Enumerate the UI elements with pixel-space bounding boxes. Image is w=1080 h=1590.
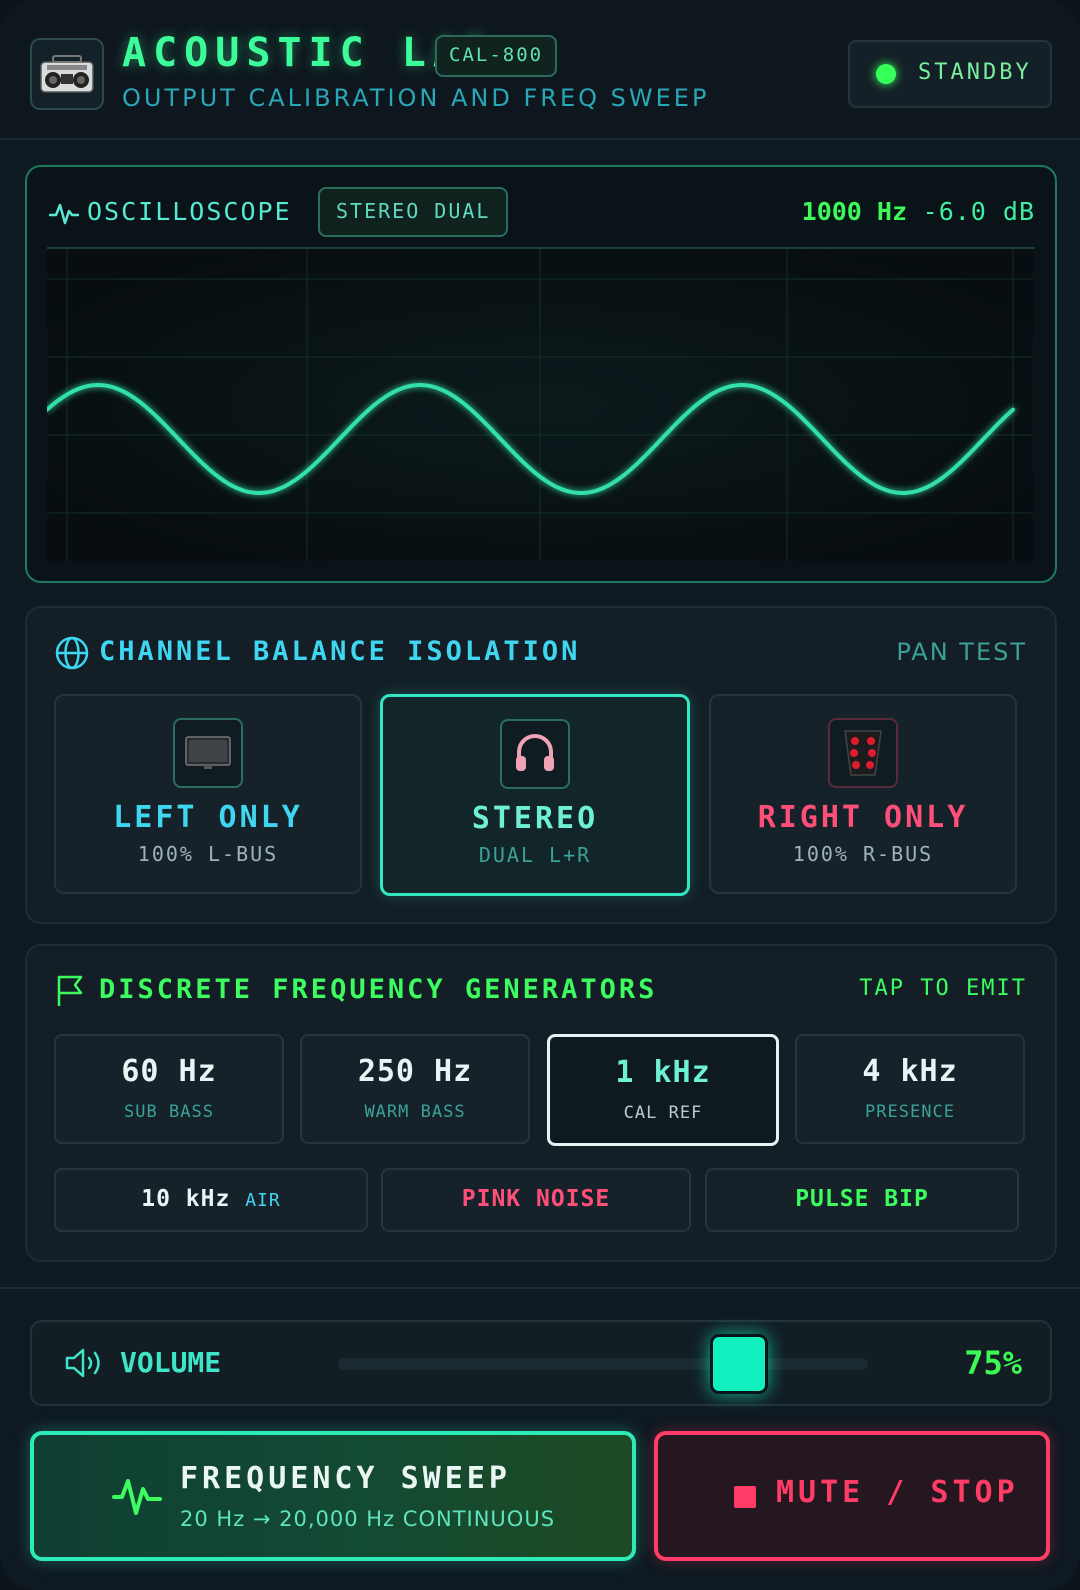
tone-button-1khz[interactable]: 1 kHz CAL REF — [547, 1034, 779, 1146]
volume-label: VOLUME — [120, 1346, 222, 1379]
frequency-generators-title: DISCRETE FREQUENCY GENERATORS — [99, 974, 658, 1005]
channel-stereo[interactable]: STEREO DUAL L+R — [380, 694, 690, 896]
oscilloscope-panel: OSCILLOSCOPE STEREO DUAL 1000 Hz -6.0 dB — [25, 165, 1057, 583]
channel-left-label: LEFT ONLY — [113, 800, 303, 835]
volume-slider-thumb[interactable] — [709, 1334, 768, 1394]
oscilloscope-label: OSCILLOSCOPE — [87, 197, 292, 226]
tone-value: 1 kHz — [615, 1055, 711, 1090]
channel-left-sub: 100% L-BUS — [137, 842, 279, 866]
tone-value: 250 Hz — [357, 1054, 473, 1089]
acoustic-lab-app: ACOUSTIC LAB CAL-800 OUTPUT CALIBRATION … — [0, 0, 1080, 1590]
sweep-subtitle: 20 Hz → 20,000 Hz CONTINUOUS — [180, 1507, 556, 1531]
headphones-icon — [500, 719, 570, 789]
tone-value: 4 kHz — [862, 1054, 958, 1089]
tone-10khz-desc: AIR — [245, 1190, 281, 1211]
channel-stereo-sub: DUAL L+R — [478, 843, 592, 867]
mute-stop-label: MUTE / STOP — [776, 1475, 1019, 1510]
volume-value: 75% — [964, 1344, 1022, 1382]
status-dot-icon — [876, 64, 896, 84]
tone-button-60hz[interactable]: 60 Hz SUB BASS — [54, 1034, 284, 1144]
pink-noise-button[interactable]: PINK NOISE — [381, 1168, 691, 1232]
waveform-icon — [112, 1479, 162, 1515]
channel-stereo-label: STEREO — [471, 801, 599, 836]
tone-value: 60 Hz — [121, 1054, 217, 1089]
model-badge: CAL-800 — [435, 35, 558, 77]
level-readout: -6.0 dB — [922, 197, 1035, 226]
channel-balance-title: CHANNEL BALANCE ISOLATION — [99, 636, 581, 667]
status-text: STANDBY — [918, 60, 1032, 85]
channel-right-only[interactable]: RIGHT ONLY 100% R-BUS — [709, 694, 1017, 894]
channel-right-sub: 100% R-BUS — [792, 842, 934, 866]
app-subtitle: OUTPUT CALIBRATION AND FREQ SWEEP — [122, 84, 710, 112]
stop-icon — [734, 1486, 756, 1508]
boombox-icon — [30, 38, 104, 110]
tone-desc: CAL REF — [623, 1103, 703, 1123]
speaker-volume-icon — [65, 1348, 100, 1378]
channel-left-only[interactable]: LEFT ONLY 100% L-BUS — [54, 694, 362, 894]
globe-icon — [55, 636, 89, 670]
pulse-bip-button[interactable]: PULSE BIP — [705, 1168, 1019, 1232]
volume-control: VOLUME 75% — [30, 1320, 1052, 1406]
oscilloscope-screen — [47, 249, 1033, 561]
frequency-readout: 1000 Hz — [801, 197, 907, 226]
scope-mode-badge[interactable]: STEREO DUAL — [318, 187, 509, 237]
pulse-icon — [49, 203, 79, 225]
flag-icon — [57, 975, 83, 1006]
channel-balance-panel: CHANNEL BALANCE ISOLATION PAN TEST LEFT … — [25, 606, 1057, 924]
tone-desc: PRESENCE — [865, 1102, 955, 1122]
oscilloscope-header: OSCILLOSCOPE STEREO DUAL 1000 Hz -6.0 dB — [47, 187, 1035, 249]
speaker-icon — [828, 718, 898, 788]
tone-button-10khz[interactable]: 10 kHz AIR — [54, 1168, 368, 1232]
frequency-generators-panel: DISCRETE FREQUENCY GENERATORS TAP TO EMI… — [25, 944, 1057, 1262]
mute-stop-button[interactable]: MUTE / STOP — [654, 1431, 1050, 1561]
divider — [0, 1287, 1080, 1289]
tone-button-4khz[interactable]: 4 kHz PRESENCE — [795, 1034, 1025, 1144]
tone-10khz-value: 10 kHz — [141, 1186, 231, 1212]
tone-desc: WARM BASS — [364, 1102, 466, 1122]
app-header: ACOUSTIC LAB CAL-800 OUTPUT CALIBRATION … — [0, 0, 1080, 140]
frequency-sweep-button[interactable]: FREQUENCY SWEEP 20 Hz → 20,000 Hz CONTIN… — [30, 1431, 636, 1561]
channel-right-label: RIGHT ONLY — [757, 800, 969, 835]
tone-button-250hz[interactable]: 250 Hz WARM BASS — [300, 1034, 530, 1144]
pan-test-label: PAN TEST — [896, 638, 1027, 666]
volume-slider-track[interactable] — [338, 1358, 868, 1370]
tone-desc: SUB BASS — [124, 1102, 214, 1122]
sweep-title: FREQUENCY SWEEP — [180, 1461, 511, 1496]
monitor-icon — [173, 718, 243, 788]
status-indicator: STANDBY — [848, 40, 1052, 108]
tap-to-emit-label: TAP TO EMIT — [859, 976, 1027, 1001]
